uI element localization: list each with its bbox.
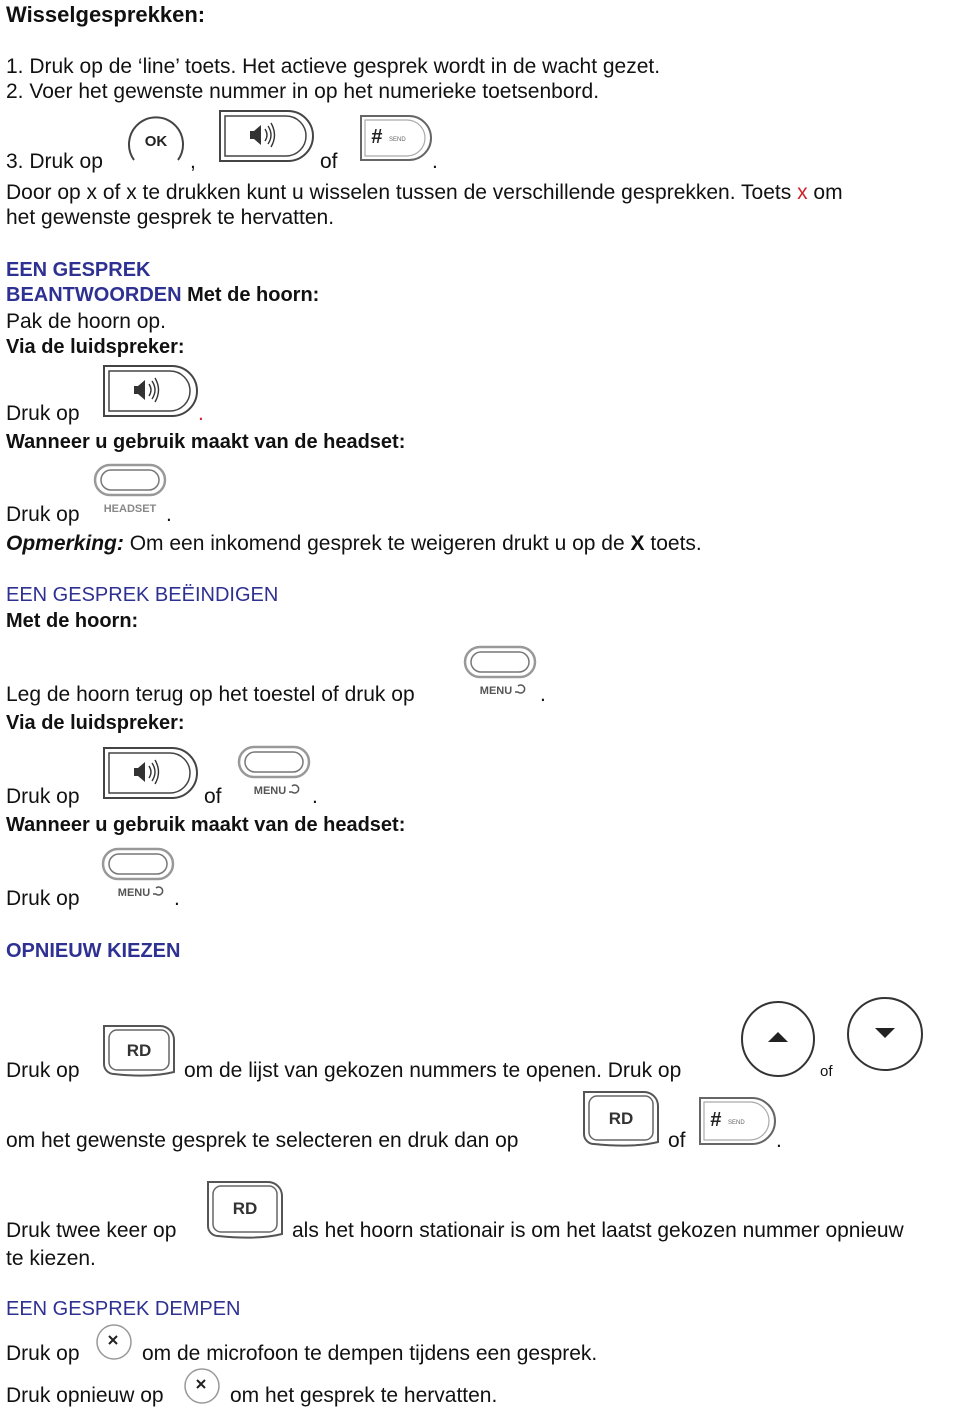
redial-line1-b: om de lijst van gekozen nummers te opene… <box>184 1059 682 1082</box>
answer-heading-line1: EEN GESPREK <box>6 259 151 281</box>
down-arrow-key-icon <box>846 996 924 1072</box>
answer-speaker-label: Via de luidspreker: <box>6 336 185 358</box>
period: . <box>312 785 318 808</box>
answer-speaker-text: Druk op <box>6 402 80 425</box>
answer-headset-text: Druk op <box>6 503 80 526</box>
step-2: 2. Voer het gewenste nummer in op het nu… <box>6 80 600 103</box>
step-1: 1. Druk op de ‘line’ toets. Het actieve … <box>6 55 661 78</box>
note-label: Opmerking: <box>6 532 124 555</box>
svg-text:RD: RD <box>609 1109 634 1128</box>
mute-line1-b: om de microfoon te dempen tijdens een ge… <box>142 1342 598 1365</box>
redial-line3-a: Druk twee keer op <box>6 1219 177 1242</box>
svg-text:RD: RD <box>233 1199 258 1218</box>
svg-text:MENU: MENU <box>118 887 150 899</box>
of-text: of <box>320 150 338 173</box>
svg-text:MENU: MENU <box>254 785 286 797</box>
mute-x-key-icon <box>94 1322 134 1362</box>
mute-line2-a: Druk opnieuw op <box>6 1384 164 1407</box>
speaker-key-icon <box>216 107 314 165</box>
redial-line1-a: Druk op <box>6 1059 80 1082</box>
page-title: Wisselgesprekken: <box>6 2 206 27</box>
send-key-icon: # SEND <box>696 1094 776 1148</box>
answer-headset-label: Wanneer u gebruik maakt van de headset: <box>6 431 406 453</box>
end-speaker-label: Via de luidspreker: <box>6 712 185 734</box>
svg-text:#: # <box>371 126 383 148</box>
rd-key-icon: RD <box>204 1178 286 1242</box>
menu-key-icon: MENU <box>100 846 176 902</box>
red-x: x <box>797 181 808 204</box>
end-headset-label: Wanneer u gebruik maakt van de headset: <box>6 814 406 836</box>
menu-key-icon: MENU <box>236 744 312 800</box>
note: Opmerking: Om een inkomend gesprek te we… <box>6 532 702 555</box>
end-handset-label: Met de hoorn: <box>6 610 139 632</box>
mute-line1-a: Druk op <box>6 1342 80 1365</box>
speaker-key-icon <box>100 362 198 420</box>
switch-line-1: Door op x of x te drukken kunt u wissele… <box>6 181 843 204</box>
end-heading: EEN GESPREK BEËINDIGEN <box>6 584 279 606</box>
svg-text:SEND: SEND <box>389 137 406 143</box>
answer-handset-text: Pak de hoorn op. <box>6 310 166 333</box>
period: . <box>432 150 438 173</box>
menu-key-icon: MENU <box>462 644 538 700</box>
up-arrow-key-icon <box>740 1000 816 1078</box>
ok-key-icon: OK <box>126 110 186 168</box>
period: . <box>198 402 204 425</box>
period: . <box>166 503 172 526</box>
mute-x-key-icon <box>182 1366 222 1406</box>
of-text: of <box>204 785 222 808</box>
svg-text:HEADSET: HEADSET <box>104 503 157 515</box>
period: . <box>776 1129 782 1152</box>
end-handset-text: Leg de hoorn terug op het toestel of dru… <box>6 683 415 706</box>
of-text: of <box>820 1063 833 1080</box>
answer-heading-line2: BEANTWOORDEN Met de hoorn: <box>6 284 320 306</box>
svg-text:SEND: SEND <box>728 1120 745 1126</box>
comma: , <box>190 150 196 173</box>
rd-key-icon: RD <box>580 1088 662 1150</box>
redial-line2-a: om het gewenste gesprek te selecteren en… <box>6 1129 519 1152</box>
period: . <box>540 683 546 706</box>
svg-text:#: # <box>710 1109 722 1131</box>
speaker-key-icon <box>100 744 198 802</box>
rd-key-icon: RD <box>100 1022 178 1080</box>
mute-heading: EEN GESPREK DEMPEN <box>6 1298 241 1320</box>
mute-line2-b: om het gesprek te hervatten. <box>230 1384 498 1407</box>
end-speaker-text: Druk op <box>6 785 80 808</box>
period: . <box>174 887 180 910</box>
step-3-prefix: 3. Druk op <box>6 150 103 173</box>
svg-text:MENU: MENU <box>480 685 512 697</box>
send-key-icon: # SEND <box>357 112 433 164</box>
redial-line3-c: te kiezen. <box>6 1247 96 1270</box>
switch-line-2: het gewenste gesprek te hervatten. <box>6 206 335 229</box>
ok-key-label: OK <box>145 133 168 150</box>
redial-heading: OPNIEUW KIEZEN <box>6 940 181 962</box>
end-headset-text: Druk op <box>6 887 80 910</box>
svg-text:RD: RD <box>127 1041 152 1060</box>
redial-line3-b: als het hoorn stationair is om het laats… <box>292 1219 904 1242</box>
headset-key-icon: HEADSET <box>92 462 168 518</box>
of-text: of <box>668 1129 686 1152</box>
